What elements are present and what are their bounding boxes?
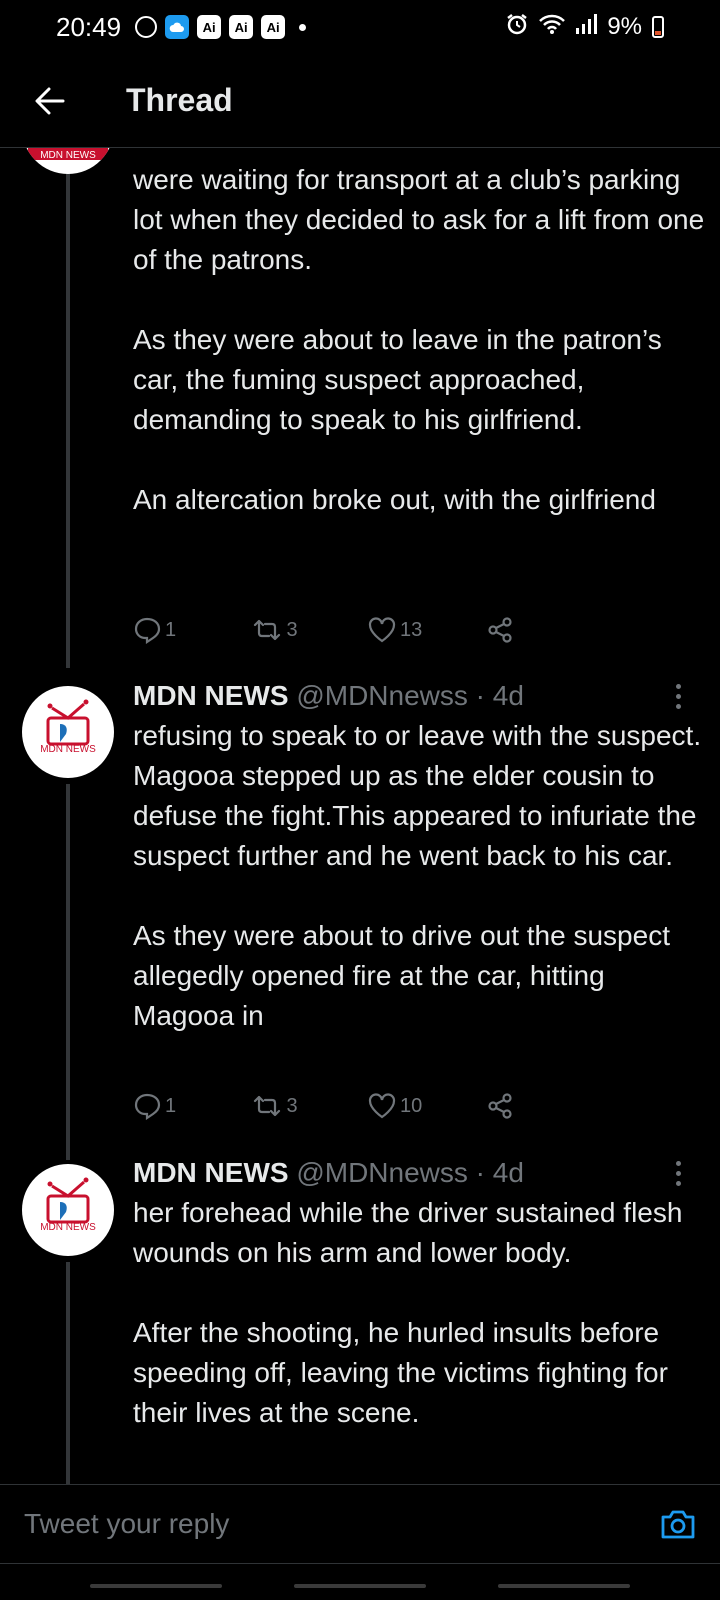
more-options-button[interactable] bbox=[666, 1158, 690, 1188]
retweet-button[interactable]: 3 bbox=[251, 1094, 369, 1118]
avatar-logo-text: MDN NEWS bbox=[40, 1222, 96, 1233]
tweet-time: · 4d bbox=[475, 680, 524, 711]
more-dot-icon bbox=[675, 1180, 681, 1186]
heart-icon bbox=[368, 617, 396, 643]
retweet-count: 3 bbox=[286, 618, 298, 641]
reply-icon bbox=[134, 617, 161, 644]
like-count: 10 bbox=[400, 1094, 423, 1117]
avatar-logo-text: MDN NEWS bbox=[40, 150, 96, 161]
share-icon bbox=[487, 1093, 512, 1119]
author-handle[interactable]: @MDNnewss bbox=[296, 1157, 468, 1188]
avatar-logo-text: MDN NEWS bbox=[40, 744, 96, 755]
reply-count: 1 bbox=[165, 1094, 177, 1117]
wifi-icon bbox=[539, 13, 566, 42]
reply-icon bbox=[134, 1093, 161, 1120]
avatar[interactable]: MDN NEWS bbox=[22, 1164, 114, 1256]
tweet-actions: 1 3 10 bbox=[133, 1086, 603, 1126]
tweet-actions: 1 3 13 bbox=[133, 610, 603, 650]
reply-input[interactable] bbox=[22, 1507, 606, 1541]
ai-app-icon: Ai bbox=[197, 15, 222, 39]
reply-button[interactable]: 1 bbox=[133, 1092, 251, 1120]
battery-percent: 9% bbox=[607, 13, 642, 40]
top-app-bar: Thread bbox=[0, 54, 720, 148]
recent-apps-button[interactable] bbox=[90, 1584, 222, 1588]
tweet-text: refusing to speak to or leave with the s… bbox=[133, 720, 702, 1031]
author-handle[interactable]: @MDNnewss bbox=[296, 680, 468, 711]
reply-bar bbox=[0, 1484, 720, 1564]
avatar[interactable]: MDN NEWS bbox=[22, 148, 114, 174]
tweet-time: · 4d bbox=[475, 1157, 524, 1188]
tweet-text: her forehead while the driver sustained … bbox=[133, 1197, 683, 1428]
thread-connector bbox=[66, 148, 70, 668]
more-dot-icon bbox=[675, 703, 681, 709]
camera-button[interactable] bbox=[658, 1504, 698, 1544]
reply-count: 1 bbox=[165, 618, 177, 641]
like-button[interactable]: 10 bbox=[368, 1093, 486, 1119]
share-button[interactable] bbox=[486, 1092, 604, 1120]
battery-icon bbox=[652, 16, 664, 38]
thread-feed[interactable]: MDN NEWS were waiting for transport at a… bbox=[0, 148, 720, 1484]
share-button[interactable] bbox=[486, 616, 604, 644]
tweet-text: were waiting for transport at a club’s p… bbox=[133, 164, 705, 515]
retweet-count: 3 bbox=[286, 1094, 298, 1117]
cloud-app-icon bbox=[165, 15, 190, 39]
system-nav-bar bbox=[0, 1564, 720, 1600]
status-bar: 20:49 Ai Ai Ai 9% bbox=[0, 0, 720, 54]
heart-icon bbox=[368, 1093, 396, 1119]
tweet-header: MDN NEWS @MDNnewss · 4d bbox=[133, 676, 524, 716]
avatar[interactable]: MDN NEWS bbox=[22, 686, 114, 778]
sync-icon bbox=[135, 16, 158, 38]
ai-app-icon: Ai bbox=[229, 15, 254, 39]
more-dot-icon bbox=[675, 683, 681, 689]
camera-icon bbox=[661, 1510, 695, 1539]
back-button[interactable] bbox=[26, 77, 74, 125]
like-button[interactable]: 13 bbox=[368, 617, 486, 643]
author-name[interactable]: MDN NEWS bbox=[133, 1157, 289, 1188]
more-options-button[interactable] bbox=[666, 681, 690, 711]
author-name[interactable]: MDN NEWS bbox=[133, 680, 289, 711]
ai-app-icon: Ai bbox=[261, 15, 286, 39]
retweet-icon bbox=[253, 619, 280, 641]
retweet-icon bbox=[253, 1095, 280, 1117]
home-button[interactable] bbox=[294, 1584, 426, 1588]
more-dot-icon bbox=[675, 1160, 681, 1166]
signal-icon bbox=[575, 13, 598, 42]
tweet-header: MDN NEWS @MDNnewss · 4d bbox=[133, 1153, 524, 1193]
reply-button[interactable]: 1 bbox=[133, 616, 251, 644]
thread-connector bbox=[66, 784, 70, 1160]
retweet-button[interactable]: 3 bbox=[251, 618, 369, 642]
back-system-button[interactable] bbox=[498, 1584, 630, 1588]
arrow-left-icon bbox=[35, 87, 65, 114]
alarm-icon bbox=[505, 12, 529, 43]
status-time: 20:49 bbox=[56, 11, 122, 42]
more-dot-icon bbox=[675, 693, 681, 699]
more-dot-icon bbox=[675, 1170, 681, 1176]
notification-dot-icon bbox=[299, 23, 307, 31]
page-title: Thread bbox=[126, 82, 233, 118]
like-count: 13 bbox=[400, 618, 423, 641]
thread-connector bbox=[66, 1262, 70, 1484]
share-icon bbox=[487, 617, 512, 643]
